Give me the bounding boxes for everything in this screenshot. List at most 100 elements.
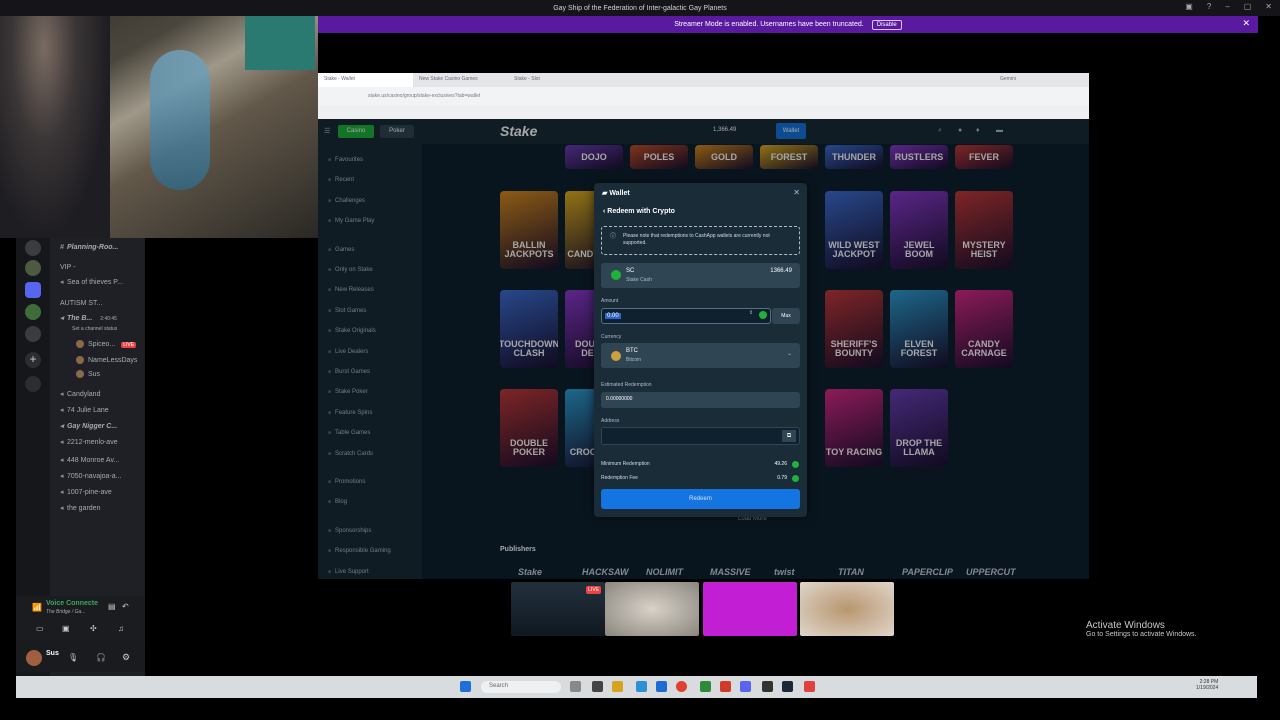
maximize-icon[interactable]: ▢ [1244, 2, 1252, 11]
activities-icon[interactable]: ✣ [90, 624, 97, 633]
channel-label: Planning-Roo... [67, 244, 119, 251]
fee-value: 0.79 [777, 475, 787, 481]
server-icon[interactable] [25, 304, 41, 320]
channel-item[interactable]: Spiceo... LIVE [76, 340, 137, 348]
disconnect-icon[interactable]: ↶ [122, 602, 129, 611]
redeem-subtitle[interactable]: ‹ Redeem with Crypto [603, 208, 675, 215]
activate-subtitle: Go to Settings to activate Windows. [1086, 631, 1197, 638]
settings-gear-icon[interactable]: ⚙ [122, 652, 130, 663]
speaker-icon: ◂ [60, 279, 64, 286]
stepper-icon[interactable]: ⇕ [749, 310, 753, 316]
app-icon[interactable] [804, 681, 815, 692]
server-icon[interactable] [25, 260, 41, 276]
channel-label: Sea of thieves P... [67, 279, 123, 286]
fee-label: Redemption Fee [601, 475, 638, 481]
headset-icon[interactable]: 🎧 [96, 653, 106, 662]
address-input[interactable]: ⧉ [601, 427, 800, 445]
disable-button[interactable]: Disable [871, 19, 902, 30]
soundboard-icon[interactable]: ♫ [118, 624, 124, 633]
speaker-icon: ◂ [60, 439, 64, 446]
mic-icon[interactable]: 🎙 [68, 653, 78, 662]
chrome-icon[interactable] [676, 681, 687, 692]
channel-item[interactable]: ◂ Sea of thieves P... [60, 278, 123, 286]
voice-channel[interactable]: The Bridge / Ga... [46, 609, 85, 615]
screen-share-icon[interactable]: ▣ [62, 624, 70, 633]
webcam-background [245, 10, 315, 70]
paste-icon[interactable]: ⧉ [782, 430, 796, 442]
channel-item[interactable]: ◂ Candyland [60, 390, 100, 398]
start-icon[interactable] [460, 681, 471, 692]
app-icon[interactable] [700, 681, 711, 692]
app-icon[interactable] [720, 681, 731, 692]
channel-item[interactable]: Sus [76, 370, 100, 378]
channel-item[interactable]: ◂ The B... 2:40:45 [60, 314, 117, 322]
channel-item[interactable]: Set a channel status [72, 326, 117, 332]
browser-tab[interactable]: Gemini [994, 73, 1089, 87]
browser-tab[interactable]: Stake - Wallet [318, 73, 413, 87]
edge-icon[interactable] [636, 681, 647, 692]
speaker-icon: ◂ [60, 473, 64, 480]
server-icon[interactable] [25, 240, 41, 256]
explorer-icon[interactable] [612, 681, 623, 692]
channel-item[interactable]: # Planning-Roo... [60, 244, 118, 251]
live-badge: LIVE [121, 341, 137, 348]
app-icon[interactable] [656, 681, 667, 692]
streamer-mode-text: Streamer Mode is enabled. Usernames have… [674, 21, 864, 28]
taskbar-search[interactable]: Search [481, 681, 561, 693]
minimize-icon[interactable]: – [1225, 2, 1229, 11]
username: Sus [46, 650, 59, 657]
camera-icon[interactable]: ▭ [36, 624, 44, 633]
activate-windows-watermark: Activate Windows Go to Settings to activ… [1086, 620, 1197, 638]
browser-tab[interactable]: Stake - Slot [508, 73, 603, 87]
channel-item[interactable]: NameLessDays [76, 356, 137, 364]
redeem-button[interactable]: Redeem [601, 489, 800, 509]
discord-icon[interactable] [740, 681, 751, 692]
modal-close-icon[interactable]: ✕ [793, 188, 800, 197]
max-button[interactable]: Max [772, 308, 800, 324]
channel-label: NameLessDays [88, 356, 138, 364]
app-icon[interactable] [762, 681, 773, 692]
server-icon[interactable] [25, 326, 41, 342]
amount-input[interactable]: 0.00 ⇕ [601, 308, 771, 324]
help-icon[interactable]: ? [1207, 2, 1211, 11]
live-badge: LIVE [586, 586, 601, 594]
webcam-feed [0, 0, 318, 238]
channel-label: 448 Monroe Av... [67, 457, 120, 464]
channel-label: 2212-menlo-ave [67, 439, 118, 446]
add-server-icon[interactable]: + [25, 352, 41, 368]
channel-item[interactable]: ◂ 448 Monroe Av... [60, 456, 119, 464]
channel-item[interactable]: ◂ Gay Nigger C... [60, 422, 117, 430]
currency-select[interactable]: BTC Bitcoin ⌄ [601, 343, 800, 368]
steam-icon[interactable] [782, 681, 793, 692]
estimated-label: Estimated Redemption [601, 382, 652, 388]
address-bar[interactable]: stake.us/casino/group/stake-exclusives?t… [318, 87, 1089, 105]
channel-item[interactable]: ◂ 1007-pine-ave [60, 488, 112, 496]
folder-icon[interactable] [25, 282, 41, 298]
channel-item[interactable]: ◂ 74 Julie Lane [60, 406, 109, 414]
min-label: Minimum Redemption [601, 461, 650, 467]
avatar[interactable] [26, 650, 42, 666]
close-icon[interactable]: ✕ [1265, 2, 1272, 11]
explore-icon[interactable] [25, 376, 41, 392]
app-title-bar: Gay Ship of the Federation of Inter-gala… [0, 0, 1280, 16]
taskbar-clock[interactable]: 2:28 PM 1/19/2024 [1196, 679, 1218, 691]
channel-item[interactable]: ◂ 7050-navajoa-a... [60, 472, 121, 480]
channel-label: the garden [67, 505, 101, 512]
banner-close-icon[interactable]: ✕ [1242, 18, 1250, 29]
inbox-icon[interactable]: ▣ [1185, 2, 1193, 11]
channel-item[interactable]: ◂ 2212-menlo-ave [60, 438, 118, 446]
currency-balance-row[interactable]: SC Stake Cash 1366.49 [601, 263, 800, 288]
participant-thumbnail[interactable] [800, 582, 894, 636]
channel-item[interactable]: VIP - [60, 264, 75, 271]
channel-item[interactable]: AUTISM ST... [60, 300, 102, 307]
app-icon[interactable] [592, 681, 603, 692]
browser-tab[interactable]: New Stake Casino Games [413, 73, 508, 87]
noise-icon[interactable]: ▤ [108, 602, 116, 611]
app-icon[interactable] [570, 681, 581, 692]
wallet-title: ▰ Wallet [602, 189, 630, 197]
channel-item[interactable]: ◂ the garden [60, 504, 100, 512]
participant-thumbnail[interactable] [605, 582, 699, 636]
streamer-mode-banner: Streamer Mode is enabled. Usernames have… [318, 16, 1258, 33]
participant-thumbnail[interactable] [703, 582, 797, 636]
stream-thumbnail[interactable]: LIVE [511, 582, 605, 636]
